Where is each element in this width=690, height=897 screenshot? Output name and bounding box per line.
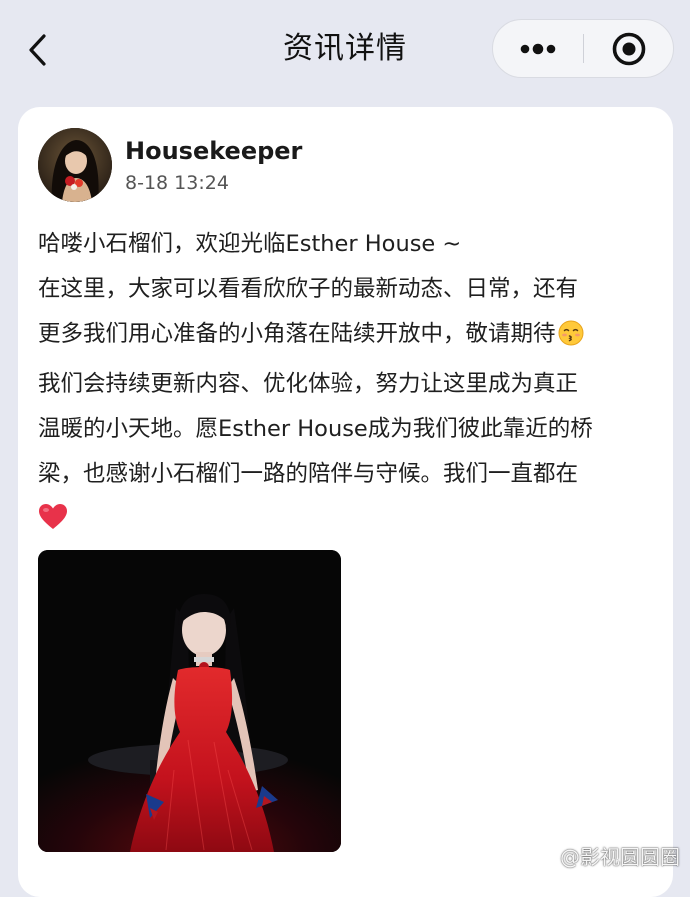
top-nav-bar: 资讯详情 [0,0,690,100]
avatar-image [38,128,112,202]
post-image[interactable] [38,550,341,852]
avatar[interactable] [38,128,112,202]
content-line: 更多我们用心准备的小角落在陆续开放中，敬请期待 [38,312,653,362]
weibo-icon [534,848,555,867]
author-name[interactable]: Housekeeper [125,135,302,167]
close-button[interactable] [584,20,673,77]
more-button[interactable] [493,20,583,77]
content-line-text: 更多我们用心准备的小角落在陆续开放中，敬请期待 [38,321,556,347]
mini-program-capsule [492,19,674,78]
content-line: 我们会持续更新内容、优化体验，努力让这里成为真正 [38,371,579,397]
watermark: @影视圆圆圈 [534,845,680,869]
red-heart-icon [38,501,68,546]
more-dots-icon [520,43,556,54]
content-line: 温暖的小天地。愿Esther House成为我们彼此靠近的桥 [38,416,593,442]
post-content: 哈喽小石榴们，欢迎光临Esther House ~ 在这里，大家可以看看欣欣子的… [38,222,653,546]
photo-woman-red-dress [38,550,341,852]
target-close-icon [612,32,645,65]
kissing-face-icon [558,317,584,362]
content-line: 梁，也感谢小石榴们一路的陪伴与守候。我们一直都在 [38,461,579,487]
watermark-text: @影视圆圆圈 [560,845,680,869]
post-time: 8-18 13:24 [125,172,229,194]
content-line [38,497,653,546]
post-card: Housekeeper 8-18 13:24 哈喽小石榴们，欢迎光临Esther… [18,107,673,897]
content-line: 在这里，大家可以看看欣欣子的最新动态、日常，还有 [38,276,579,302]
content-line: 哈喽小石榴们，欢迎光临Esther House ~ [38,231,462,257]
